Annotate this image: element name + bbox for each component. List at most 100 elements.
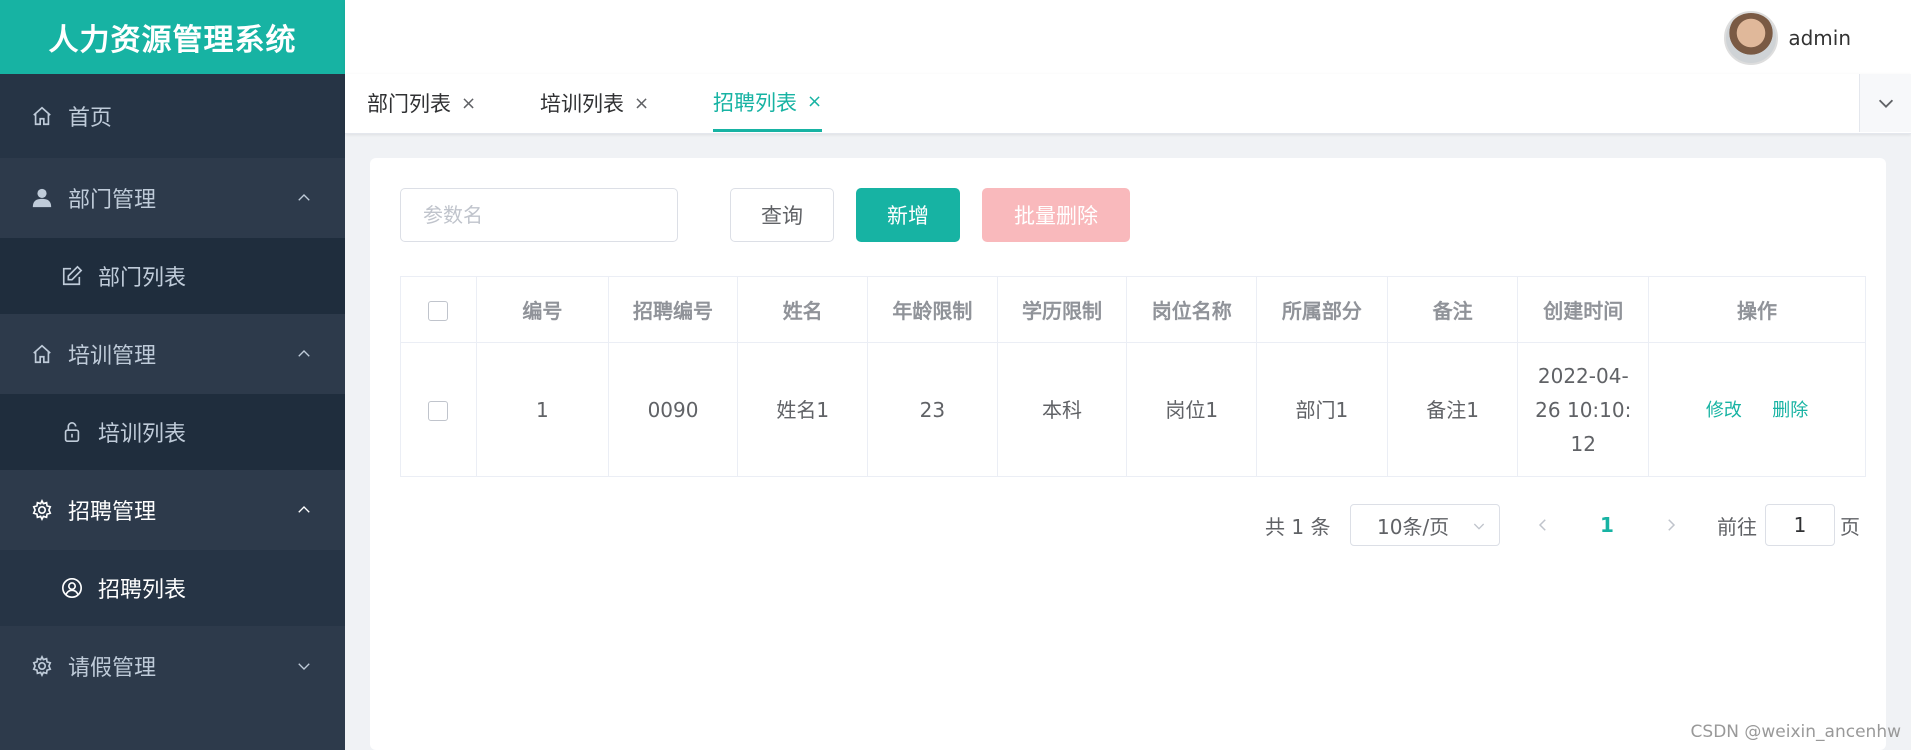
tab-train-list[interactable]: 培训列表 × (540, 74, 649, 132)
created-line: 2022-04- (1537, 363, 1629, 388)
column-header: 姓名 (737, 276, 869, 343)
chevron-down-icon (1473, 523, 1485, 530)
submenu-dept: 部门列表 (0, 238, 345, 314)
sidebar-item-label: 招聘管理 (68, 500, 157, 525)
home-icon (30, 104, 54, 128)
sidebar-item-train-list[interactable]: 培训列表 (0, 394, 345, 470)
table-row: 1 0090 姓名1 23 本科 岗位1 部门1 备注1 2022-04- 26… (400, 342, 1866, 477)
chevron-right-icon (1668, 519, 1676, 531)
sidebar-item-label: 培训列表 (98, 422, 187, 447)
app-title: 人力资源管理系统 (0, 0, 345, 74)
user-icon (30, 186, 54, 210)
chevron-up-icon (298, 350, 310, 357)
user-name: admin (1788, 26, 1851, 50)
sidebar-item-label: 请假管理 (68, 656, 157, 681)
sidebar-item-label: 首页 (68, 106, 113, 131)
created-line: 12 (1570, 431, 1596, 456)
submenu-recruit: 招聘列表 (0, 550, 345, 626)
chevron-down-icon (1878, 99, 1893, 108)
page-number-current[interactable]: 1 (1592, 504, 1622, 546)
sidebar-item-recruit-list[interactable]: 招聘列表 (0, 550, 345, 626)
search-input[interactable] (400, 188, 678, 242)
cell-recruit-no: 0090 (607, 342, 739, 477)
batch-delete-button[interactable]: 批量删除 (982, 188, 1130, 242)
close-icon[interactable]: × (807, 91, 822, 112)
tags-view: 部门列表 × 培训列表 × 招聘列表 × (345, 74, 1911, 134)
row-select-cell (400, 342, 477, 477)
column-header: 备注 (1386, 276, 1519, 343)
recruit-table: 编号 招聘编号 姓名 年龄限制 学历限制 岗位名称 所属部分 备注 创建时间 操… (400, 276, 1866, 477)
add-button[interactable]: 新增 (856, 188, 960, 242)
sidebar-item-label: 招聘列表 (98, 578, 187, 603)
tab-dept-list[interactable]: 部门列表 × (367, 74, 476, 132)
tab-label: 培训列表 (540, 92, 624, 116)
table-header-row: 编号 招聘编号 姓名 年龄限制 学历限制 岗位名称 所属部分 备注 创建时间 操… (400, 276, 1866, 343)
home-icon (30, 342, 54, 366)
column-header: 学历限制 (996, 276, 1128, 343)
column-header: 创建时间 (1517, 276, 1650, 343)
sidebar-item-dept-list[interactable]: 部门列表 (0, 238, 345, 314)
chevron-down-icon (298, 663, 310, 670)
gear-icon (30, 654, 54, 678)
cell-actions: 修改 删除 (1648, 342, 1866, 477)
edit-icon (60, 264, 84, 288)
close-icon[interactable]: × (634, 93, 649, 114)
delete-link[interactable]: 删除 (1772, 400, 1808, 421)
sidebar-item-label: 部门管理 (68, 188, 157, 213)
cell-id: 1 (475, 342, 609, 477)
cell-age-limit: 23 (867, 342, 998, 477)
top-header: admin (345, 0, 1911, 74)
created-line: 26 10:10: (1535, 397, 1632, 422)
next-page-button[interactable] (1656, 504, 1686, 546)
user-circle-icon (60, 576, 84, 600)
user-menu[interactable]: admin (1724, 11, 1851, 65)
row-checkbox[interactable] (428, 401, 449, 421)
cell-created: 2022-04- 26 10:10: 12 (1517, 342, 1650, 477)
cell-name: 姓名1 (737, 342, 869, 477)
watermark: CSDN @weixin_ancenhw (1690, 722, 1901, 742)
cell-remark: 备注1 (1386, 342, 1519, 477)
lock-icon (60, 420, 84, 444)
tab-label: 部门列表 (367, 92, 451, 116)
column-header: 年龄限制 (867, 276, 998, 343)
page-jump-input[interactable]: 1 (1765, 504, 1835, 546)
query-button[interactable]: 查询 (730, 188, 834, 242)
chevron-up-icon (298, 194, 310, 201)
sidebar-item-recruit[interactable]: 招聘管理 (0, 470, 345, 550)
page-size-select[interactable]: 10条/页 (1350, 504, 1500, 546)
tabs-dropdown[interactable] (1859, 74, 1911, 132)
cell-edu-limit: 本科 (996, 342, 1128, 477)
chevron-left-icon (1538, 519, 1546, 531)
cell-post: 岗位1 (1126, 342, 1258, 477)
sidebar-item-home[interactable]: 首页 (0, 74, 345, 158)
pagination: 共 1 条 10条/页 1 前往 1 页 (370, 504, 1886, 548)
sidebar-item-label: 部门列表 (98, 266, 187, 291)
submenu-train: 培训列表 (0, 394, 345, 470)
column-header: 招聘编号 (607, 276, 739, 343)
sidebar-item-train[interactable]: 培训管理 (0, 314, 345, 394)
sidebar-item-dept[interactable]: 部门管理 (0, 158, 345, 238)
main-card: 查询 新增 批量删除 编号 招聘编号 姓名 年龄限制 学历限制 岗位名称 所属部… (370, 158, 1886, 750)
sidebar: 人力资源管理系统 首页 部门管理 部门列表 培训管理 培训列表 招聘管理 招聘列… (0, 0, 345, 750)
close-icon[interactable]: × (461, 93, 476, 114)
sidebar-item-label: 培训管理 (68, 344, 157, 369)
column-header: 所属部分 (1256, 276, 1388, 343)
gear-icon (30, 498, 54, 522)
tab-label: 招聘列表 (713, 90, 797, 115)
select-all-checkbox[interactable] (428, 301, 449, 321)
column-header: 岗位名称 (1126, 276, 1258, 343)
pagination-unit-label: 页 (1840, 514, 1860, 539)
select-all-cell (400, 276, 477, 343)
column-header: 编号 (475, 276, 609, 343)
chevron-up-icon (298, 506, 310, 513)
column-header: 操作 (1648, 276, 1866, 343)
sidebar-item-leave[interactable]: 请假管理 (0, 626, 345, 706)
tab-recruit-list[interactable]: 招聘列表 × (713, 74, 823, 132)
pagination-goto-label: 前往 (1717, 514, 1757, 539)
page-size-value: 10条/页 (1377, 514, 1450, 539)
avatar[interactable] (1724, 11, 1779, 65)
cell-dept: 部门1 (1256, 342, 1388, 477)
edit-link[interactable]: 修改 (1706, 400, 1742, 421)
prev-page-button[interactable] (1528, 504, 1558, 546)
pagination-total: 共 1 条 (1265, 514, 1331, 539)
